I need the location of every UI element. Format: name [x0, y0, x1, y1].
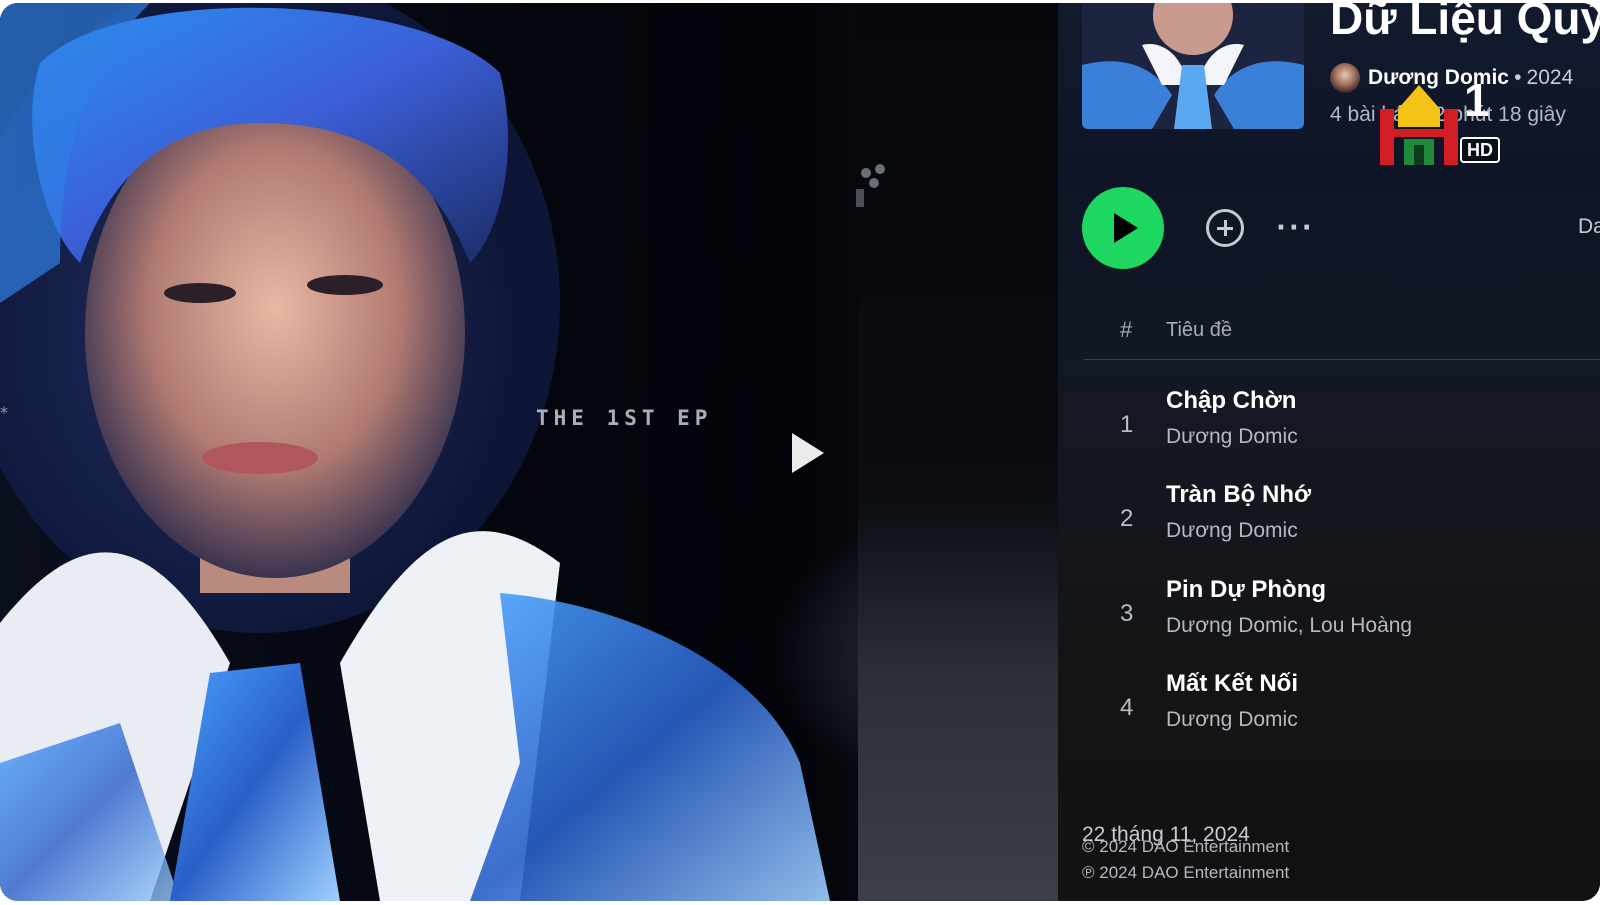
- guitar-illustration: [856, 164, 885, 207]
- artist-avatar[interactable]: [1330, 63, 1360, 93]
- track-title[interactable]: Mất Kết Nối: [1166, 670, 1298, 698]
- track-title[interactable]: Pin Dự Phòng: [1166, 576, 1326, 604]
- album-cover-image: [1082, 3, 1304, 129]
- track-number: 1: [1120, 411, 1134, 438]
- artwork-right-strip: [858, 3, 1058, 901]
- column-title-header[interactable]: Tiêu đề: [1166, 319, 1232, 342]
- column-number-header: #: [1120, 317, 1133, 342]
- play-icon: [1114, 213, 1138, 243]
- add-icon[interactable]: [1206, 209, 1244, 247]
- hd-badge: HD: [1460, 137, 1500, 163]
- channel-logo: 1 HD: [1376, 74, 1506, 169]
- track-artist[interactable]: Dương Domic, Lou Hoàng: [1166, 614, 1412, 638]
- track-title[interactable]: Tràn Bộ Nhớ: [1166, 481, 1311, 509]
- track-number: 3: [1120, 600, 1134, 627]
- copyright-text: © 2024 DAO Entertainment: [1082, 837, 1290, 856]
- track-number: 4: [1120, 694, 1134, 721]
- more-icon[interactable]: ···: [1276, 213, 1315, 243]
- album-year: 2024: [1526, 66, 1574, 89]
- list-view-button[interactable]: Danh sách: [1578, 215, 1600, 239]
- channel-emblem-icon: [1380, 85, 1458, 165]
- track-number: 2: [1120, 505, 1134, 532]
- play-button[interactable]: [1082, 187, 1164, 269]
- album-panel: Dữ Liệu Quý Dương Domic • 2024 4 bài hát…: [1058, 3, 1600, 901]
- video-frame[interactable]: * THE 1ST EP Dữ Liệu Quý Dương Domic • 2…: [0, 3, 1600, 901]
- ep-label: THE 1ST EP: [536, 406, 713, 430]
- album-title: Dữ Liệu Quý: [1330, 3, 1600, 44]
- track-row[interactable]: 3 Pin Dự Phòng Dương Domic, Lou Hoàng: [1084, 576, 1600, 660]
- side-glyph: *: [0, 403, 8, 422]
- track-title[interactable]: Chập Chờn: [1166, 387, 1296, 415]
- album-cover[interactable]: [1082, 3, 1304, 129]
- channel-number: 1: [1464, 74, 1490, 126]
- track-row[interactable]: 1 Chập Chờn Dương Domic: [1084, 387, 1600, 471]
- header-divider: [1084, 359, 1600, 360]
- video-play-icon[interactable]: [792, 433, 824, 473]
- track-row[interactable]: 4 Mất Kết Nối Dương Domic: [1084, 670, 1600, 754]
- track-row[interactable]: 2 Tràn Bộ Nhớ Dương Domic: [1084, 481, 1600, 565]
- portrait-illustration: [0, 3, 830, 901]
- track-artist[interactable]: Dương Domic: [1166, 519, 1298, 543]
- album-artwork-video[interactable]: * THE 1ST EP: [0, 3, 1058, 901]
- track-artist[interactable]: Dương Domic: [1166, 425, 1298, 449]
- track-artist[interactable]: Dương Domic: [1166, 708, 1298, 732]
- phonogram-copyright-text: ℗ 2024 DAO Entertainment: [1082, 863, 1290, 882]
- meta-separator: •: [1514, 66, 1522, 89]
